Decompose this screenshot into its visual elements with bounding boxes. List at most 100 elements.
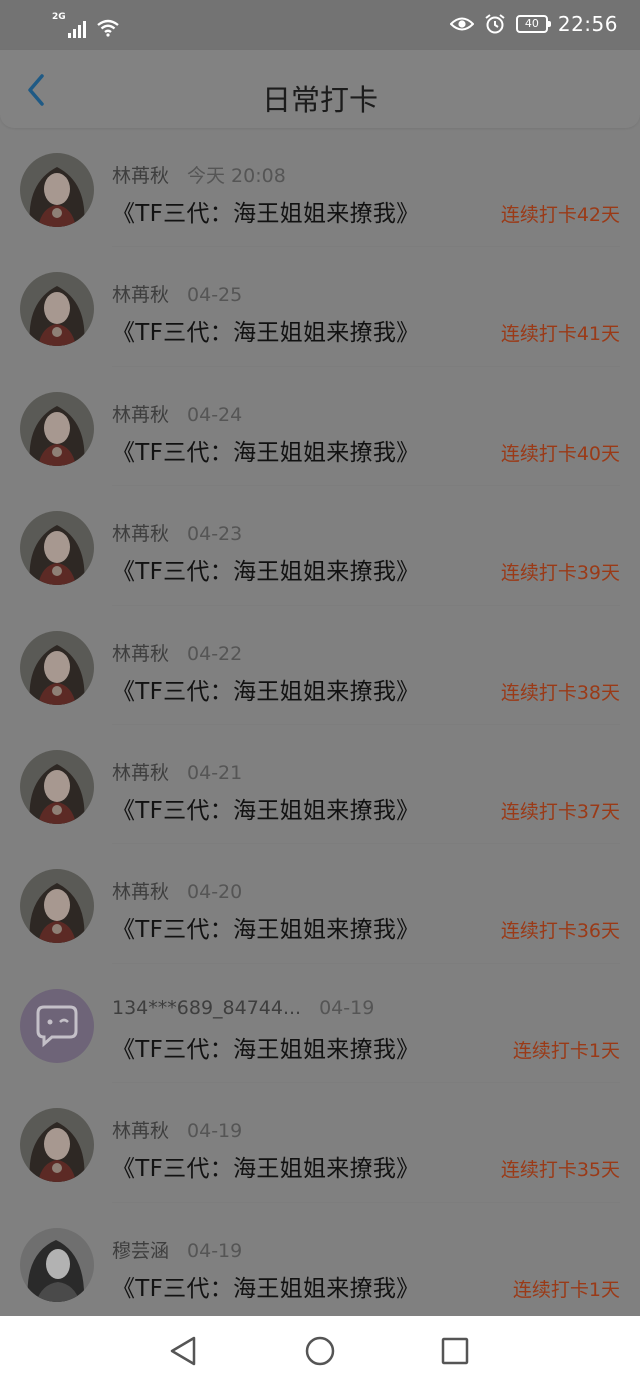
- user-photo-icon: [20, 630, 94, 705]
- circle-home-icon: [305, 1336, 335, 1366]
- book-title: 《TF三代：海王姐姐来撩我》: [112, 320, 420, 347]
- avatar[interactable]: [20, 391, 94, 466]
- streak-count: 连续打卡39天: [500, 562, 620, 585]
- username: 林苒秋 04-19: [112, 1116, 242, 1143]
- username-text: 林苒秋: [112, 403, 170, 426]
- list-item[interactable]: 穆芸涵 04-19 《TF三代：海王姐姐来撩我》 连续打卡1天: [0, 1203, 640, 1316]
- list-item[interactable]: 林苒秋 04-21 《TF三代：海王姐姐来撩我》 连续打卡37天: [0, 725, 640, 845]
- list-item[interactable]: 林苒秋 04-23 《TF三代：海王姐姐来撩我》 连续打卡39天: [0, 486, 640, 606]
- username: 林苒秋 04-25: [112, 280, 242, 307]
- post-date: 04-20: [187, 881, 243, 904]
- list-item[interactable]: 林苒秋 04-24 《TF三代：海王姐姐来撩我》 连续打卡40天: [0, 367, 640, 487]
- square-recent-icon: [441, 1337, 469, 1365]
- avatar[interactable]: [20, 988, 94, 1063]
- book-title: 《TF三代：海王姐姐来撩我》: [112, 917, 420, 944]
- list-item[interactable]: 林苒秋 04-19 《TF三代：海王姐姐来撩我》 连续打卡35天: [0, 1083, 640, 1203]
- list-item[interactable]: 林苒秋 04-22 《TF三代：海王姐姐来撩我》 连续打卡38天: [0, 606, 640, 726]
- username-text: 134***689_84744...: [112, 996, 302, 1019]
- streak-count: 连续打卡38天: [500, 681, 620, 704]
- book-title: 《TF三代：海王姐姐来撩我》: [112, 1275, 420, 1302]
- username-text: 林苒秋: [112, 642, 170, 665]
- book-title: 《TF三代：海王姐姐来撩我》: [112, 1036, 420, 1063]
- streak-count: 连续打卡42天: [500, 204, 620, 226]
- user-photo-icon: [20, 153, 94, 227]
- streak-count: 连续打卡41天: [500, 323, 620, 346]
- post-date: 04-22: [187, 642, 243, 665]
- username-text: 穆芸涵: [112, 1239, 170, 1262]
- username-text: 林苒秋: [112, 1120, 170, 1143]
- user-photo-icon: [20, 1108, 94, 1183]
- username: 林苒秋 04-24: [112, 400, 242, 427]
- chat-bubble-icon: [20, 988, 94, 1063]
- avatar[interactable]: [20, 511, 94, 586]
- streak-count: 连续打卡37天: [500, 800, 620, 823]
- book-title: 《TF三代：海王姐姐来撩我》: [112, 439, 420, 466]
- user-photo-icon: [20, 391, 94, 466]
- username: 林苒秋 04-22: [112, 639, 242, 666]
- username: 穆芸涵 04-19: [112, 1236, 242, 1263]
- post-date: 今天 20:08: [187, 165, 286, 187]
- post-date: 04-19: [187, 1239, 243, 1262]
- user-photo-icon: [20, 749, 94, 824]
- book-title: 《TF三代：海王姐姐来撩我》: [112, 559, 420, 586]
- username: 林苒秋 今天 20:08: [112, 161, 286, 188]
- streak-count: 连续打卡1天: [512, 1039, 620, 1062]
- post-date: 04-23: [187, 523, 243, 546]
- streak-count: 连续打卡1天: [512, 1278, 620, 1301]
- network-type: 2G: [52, 12, 66, 22]
- avatar[interactable]: [20, 630, 94, 705]
- avatar[interactable]: [20, 1108, 94, 1183]
- nav-back-button[interactable]: [165, 1333, 201, 1369]
- post-date: 04-24: [187, 403, 243, 426]
- avatar[interactable]: [20, 869, 94, 944]
- triangle-back-icon: [170, 1336, 196, 1366]
- book-title: 《TF三代：海王姐姐来撩我》: [112, 201, 420, 227]
- avatar[interactable]: [20, 1227, 94, 1302]
- username: 林苒秋 04-20: [112, 877, 242, 904]
- post-date: 04-19: [319, 996, 375, 1019]
- app-header: 日常打卡: [0, 50, 640, 128]
- wifi-icon: [97, 19, 119, 37]
- book-title: 《TF三代：海王姐姐来撩我》: [112, 678, 420, 705]
- book-title: 《TF三代：海王姐姐来撩我》: [112, 797, 420, 824]
- status-right: 40 22:56: [449, 10, 618, 38]
- clock: 22:56: [557, 12, 618, 36]
- user-photo-icon: [20, 869, 94, 944]
- list-item[interactable]: 林苒秋 04-25 《TF三代：海王姐姐来撩我》 连续打卡41天: [0, 247, 640, 368]
- username-text: 林苒秋: [112, 165, 170, 187]
- streak-count: 连续打卡36天: [500, 920, 620, 943]
- checkin-list[interactable]: 林苒秋 今天 20:08 《TF三代：海王姐姐来撩我》 连续打卡42天 林苒秋 04…: [0, 128, 640, 1316]
- username-text: 林苒秋: [112, 523, 170, 546]
- status-left: 2G: [52, 12, 120, 38]
- battery-icon: 40: [515, 15, 551, 33]
- avatar[interactable]: [20, 153, 94, 227]
- post-date: 04-19: [187, 1120, 243, 1143]
- alarm-icon: [485, 14, 505, 34]
- eye-icon: [449, 17, 474, 31]
- username: 林苒秋 04-21: [112, 758, 242, 785]
- book-title: 《TF三代：海王姐姐来撩我》: [112, 1156, 420, 1183]
- nav-home-button[interactable]: [302, 1333, 338, 1369]
- username: 134***689_84744... 04-19: [112, 997, 374, 1019]
- user-photo-icon: [20, 1227, 94, 1302]
- signal-icon: [68, 18, 86, 38]
- user-photo-icon: [20, 272, 94, 347]
- username-text: 林苒秋: [112, 761, 170, 784]
- nav-recent-button[interactable]: [437, 1333, 473, 1369]
- avatar[interactable]: [20, 749, 94, 824]
- username: 林苒秋 04-23: [112, 519, 242, 546]
- streak-count: 连续打卡35天: [500, 1159, 620, 1182]
- username-text: 林苒秋: [112, 881, 170, 904]
- status-bar: 2G 40 22:56: [0, 0, 640, 50]
- avatar[interactable]: [20, 272, 94, 347]
- page-title: 日常打卡: [261, 83, 378, 117]
- user-photo-icon: [20, 511, 94, 586]
- list-item[interactable]: 林苒秋 04-20 《TF三代：海王姐姐来撩我》 连续打卡36天: [0, 844, 640, 965]
- list-item[interactable]: 134***689_84744... 04-19 《TF三代：海王姐姐来撩我》 连…: [0, 964, 640, 1084]
- post-date: 04-25: [187, 284, 243, 307]
- username-text: 林苒秋: [112, 284, 170, 307]
- list-item[interactable]: 林苒秋 今天 20:08 《TF三代：海王姐姐来撩我》 连续打卡42天: [0, 128, 640, 248]
- post-date: 04-21: [187, 761, 243, 784]
- system-nav-bar: [0, 1316, 640, 1387]
- streak-count: 连续打卡40天: [500, 442, 620, 465]
